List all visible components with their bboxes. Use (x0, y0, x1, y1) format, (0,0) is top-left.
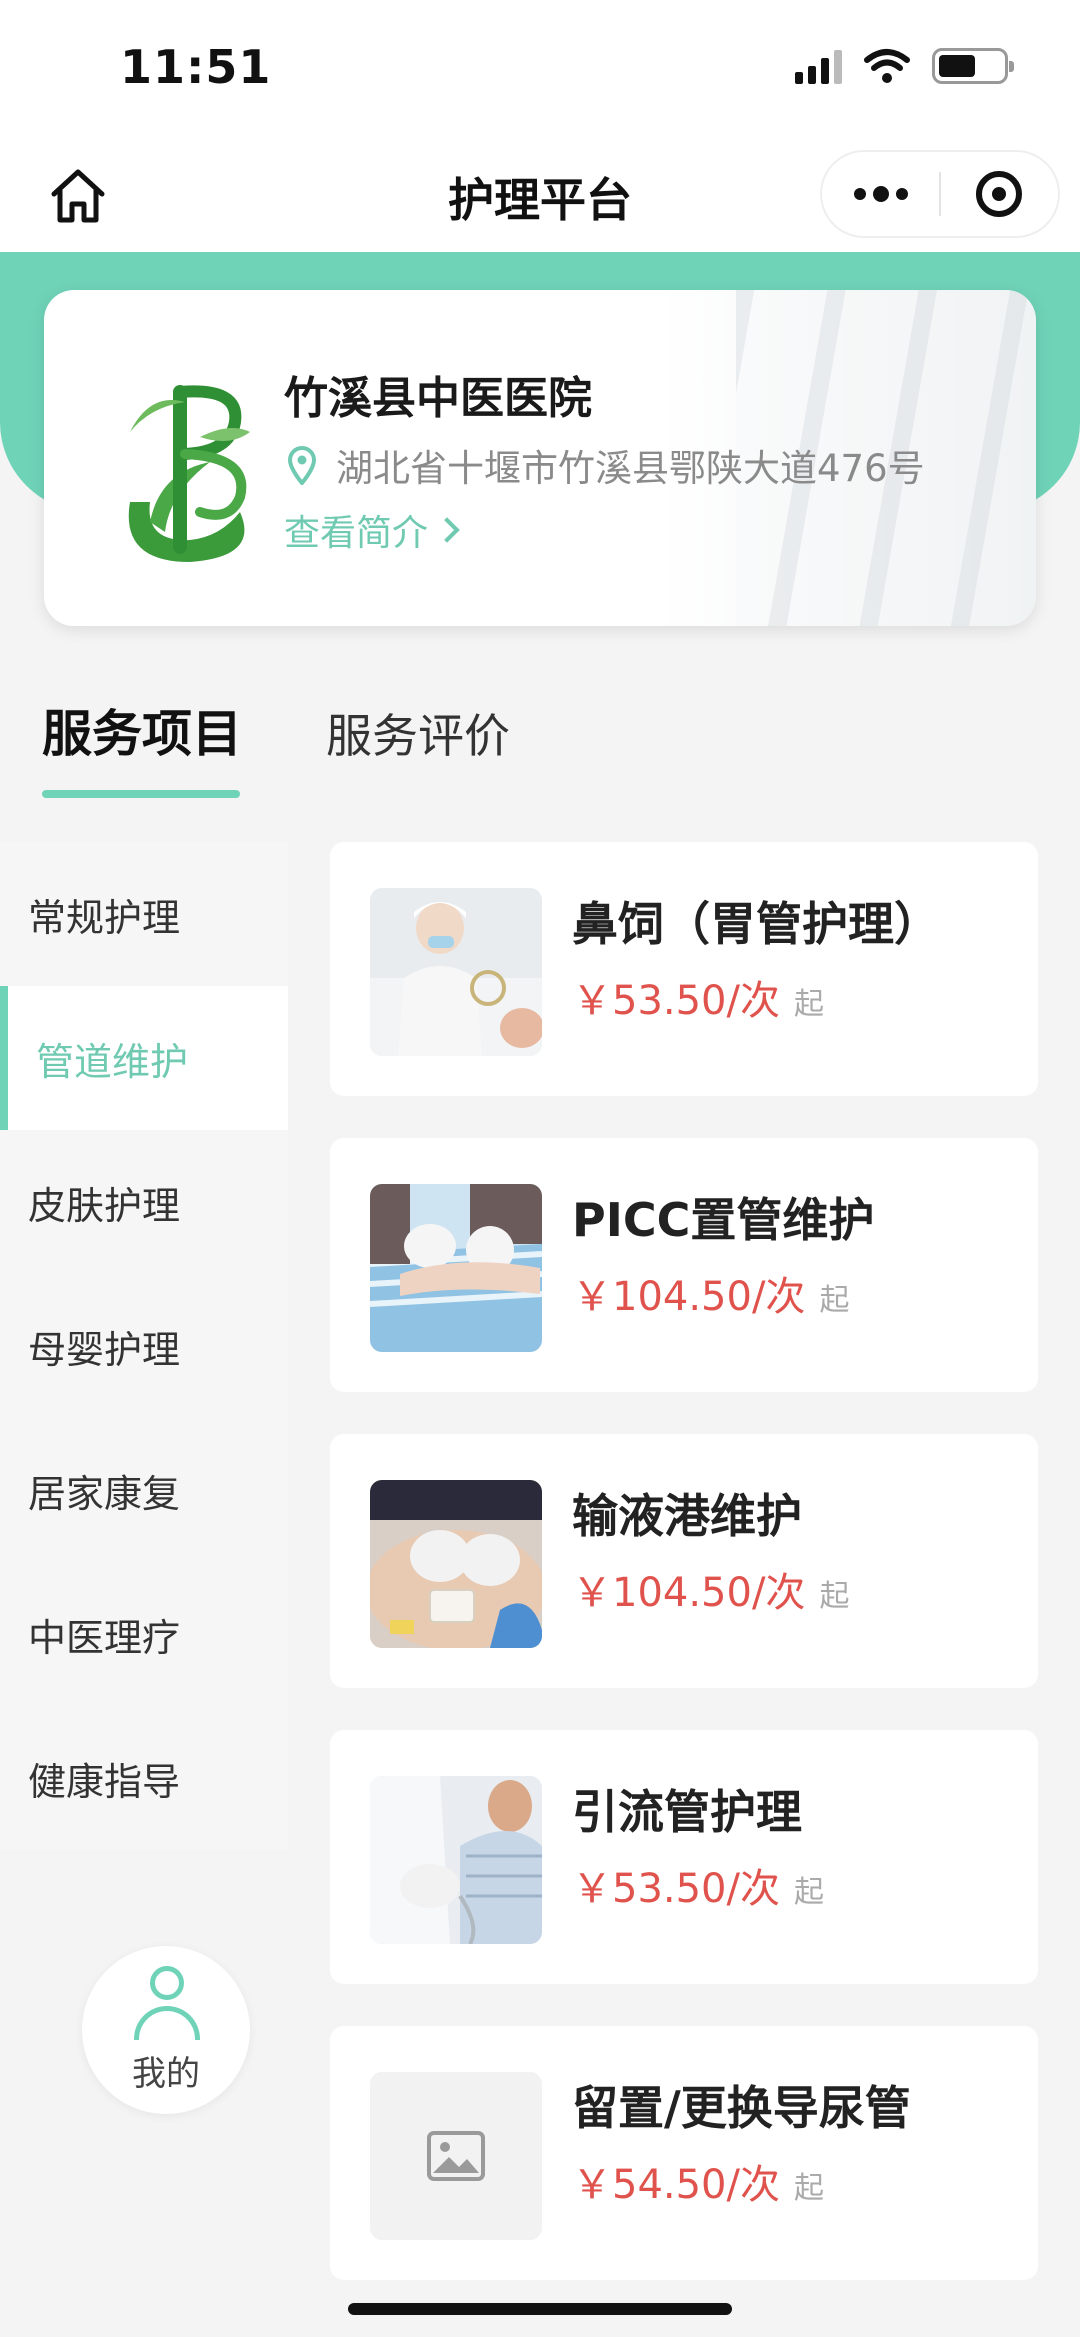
sidebar-item-tube-maintenance[interactable]: 管道维护 (0, 986, 288, 1130)
service-image (370, 888, 542, 1056)
service-name: 鼻饲（胃管护理） (572, 897, 940, 951)
service-name: 留置/更换导尿管 (572, 2081, 911, 2135)
hospital-name: 竹溪县中医医院 (284, 373, 592, 424)
image-placeholder-icon (427, 2131, 485, 2181)
price-row: ￥53.50/次 起 (572, 1856, 824, 1914)
hospital-address: 湖北省十堰市竹溪县鄂陕大道476号 (336, 447, 925, 490)
service-image (370, 1776, 542, 1944)
target-icon (976, 171, 1023, 217)
my-account-button[interactable]: 我的 (82, 1946, 250, 2114)
price-from-label: 起 (794, 2171, 824, 2206)
service-card[interactable]: 输液港维护 ￥104.50/次 起 (330, 1434, 1038, 1688)
close-miniprogram-button[interactable] (941, 152, 1058, 236)
service-price: ￥53.50/次 (572, 1866, 780, 1912)
hospital-logo (128, 385, 250, 562)
miniprogram-capsule (820, 150, 1060, 238)
more-dots-icon (853, 188, 866, 200)
sidebar-item-routine-care[interactable]: 常规护理 (0, 842, 288, 986)
service-name: PICC置管维护 (572, 1193, 875, 1247)
price-row: ￥53.50/次 起 (572, 968, 824, 1026)
signal-icon (795, 48, 842, 84)
tab-active-indicator (42, 790, 240, 798)
service-card[interactable]: 引流管护理 ￥53.50/次 起 (330, 1730, 1038, 1984)
sidebar-item-health-guidance[interactable]: 健康指导 (0, 1706, 288, 1850)
category-sidebar: 常规护理 管道维护 皮肤护理 母婴护理 居家康复 中医理疗 健康指导 (0, 842, 288, 1850)
my-account-label: 我的 (132, 2053, 200, 2094)
service-image (370, 2072, 542, 2240)
sidebar-item-tcm-therapy[interactable]: 中医理疗 (0, 1562, 288, 1706)
hospital-address-row: 湖北省十堰市竹溪县鄂陕大道476号 (284, 438, 925, 492)
service-price: ￥104.50/次 (572, 1274, 806, 1320)
service-price: ￥53.50/次 (572, 978, 780, 1024)
status-icons (795, 48, 1014, 84)
service-card[interactable]: 留置/更换导尿管 ￥54.50/次 起 (330, 2026, 1038, 2280)
battery-icon (932, 48, 1014, 84)
service-price: ￥54.50/次 (572, 2162, 780, 2208)
hospital-card[interactable]: 竹溪县中医医院 湖北省十堰市竹溪县鄂陕大道476号 查看简介 (44, 290, 1036, 626)
tab-service-items[interactable]: 服务项目 (42, 694, 242, 766)
price-row: ￥104.50/次 起 (572, 1560, 849, 1618)
service-name: 引流管护理 (572, 1785, 802, 1839)
price-row: ￥104.50/次 起 (572, 1264, 849, 1322)
sidebar-item-home-rehab[interactable]: 居家康复 (0, 1418, 288, 1562)
service-name: 输液港维护 (572, 1489, 802, 1543)
view-intro-label: 查看简介 (284, 513, 429, 554)
price-from-label: 起 (794, 987, 824, 1022)
service-card[interactable]: 鼻饲（胃管护理） ￥53.50/次 起 (330, 842, 1038, 1096)
price-from-label: 起 (819, 1283, 850, 1318)
more-button[interactable] (822, 152, 939, 236)
tabs: 服务项目 服务评价 (0, 690, 1080, 810)
view-intro-link[interactable]: 查看简介 (284, 504, 460, 556)
service-price: ￥104.50/次 (572, 1570, 806, 1616)
status-bar: 11:51 (0, 0, 1080, 140)
service-image (370, 1184, 542, 1352)
tab-service-reviews[interactable]: 服务评价 (326, 700, 510, 766)
person-icon (130, 1965, 202, 2040)
wifi-icon (864, 49, 910, 83)
sidebar-item-skin-care[interactable]: 皮肤护理 (0, 1130, 288, 1274)
price-from-label: 起 (794, 1875, 824, 1910)
status-time: 11:51 (120, 40, 272, 94)
nav-bar: 护理平台 (0, 140, 1080, 252)
price-row: ￥54.50/次 起 (572, 2152, 824, 2210)
service-card[interactable]: PICC置管维护 ￥104.50/次 起 (330, 1138, 1038, 1392)
location-pin-icon (284, 443, 320, 487)
price-from-label: 起 (819, 1579, 850, 1614)
sidebar-item-maternal-infant[interactable]: 母婴护理 (0, 1274, 288, 1418)
home-indicator[interactable] (348, 2303, 732, 2315)
chevron-right-icon (434, 517, 460, 543)
service-image (370, 1480, 542, 1648)
